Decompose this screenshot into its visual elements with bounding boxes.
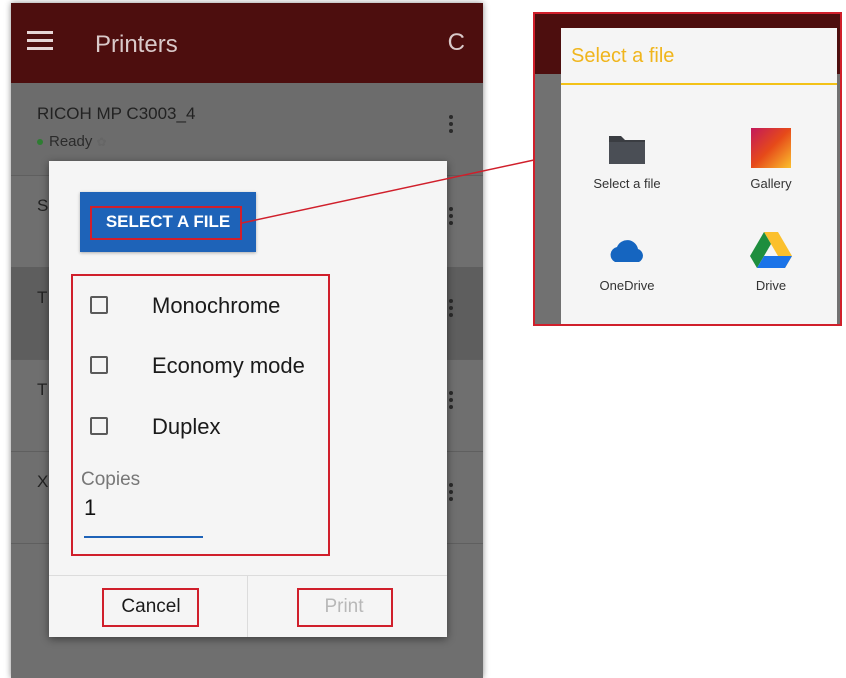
picker-item-onedrive[interactable]: OneDrive <box>567 228 687 293</box>
picker-item-select-file[interactable]: Select a file <box>567 126 687 191</box>
file-picker-zoom: Select a file Select a file Gallery OneD… <box>533 12 842 326</box>
picker-item-gallery[interactable]: Gallery <box>711 126 831 191</box>
picker-header: Select a file <box>561 28 837 85</box>
picker-title: Select a file <box>571 45 675 67</box>
file-picker-dialog: Select a file Select a file Gallery OneD… <box>561 28 837 324</box>
onedrive-icon <box>567 228 687 272</box>
picker-item-drive[interactable]: Drive <box>711 228 831 293</box>
drive-icon <box>711 228 831 272</box>
item-label: OneDrive <box>599 278 655 293</box>
item-label: Gallery <box>750 176 792 191</box>
gallery-icon <box>711 126 831 170</box>
item-label: Drive <box>755 278 787 293</box>
item-label: Select a file <box>593 176 661 191</box>
folder-icon <box>567 126 687 170</box>
